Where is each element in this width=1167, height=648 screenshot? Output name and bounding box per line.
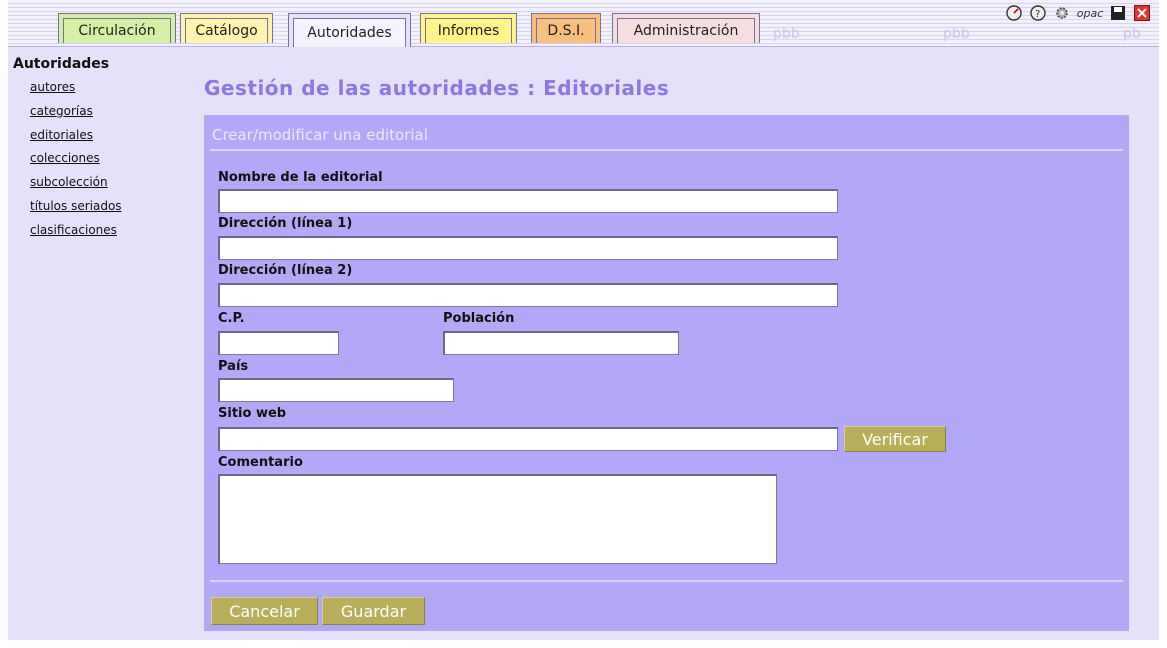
comment-label: Comentario	[218, 455, 303, 470]
app-window: pbb pbb pb Circulación Catálogo Autorida…	[8, 0, 1159, 640]
svg-text:?: ?	[1035, 9, 1040, 20]
tab-label: D.S.I.	[547, 22, 585, 39]
sidebar-item-autores[interactable]: autores	[30, 76, 193, 100]
header-strip: pbb pbb pb Circulación Catálogo Autorida…	[8, 0, 1159, 47]
divider	[210, 149, 1123, 151]
comment-textarea[interactable]	[218, 474, 777, 564]
save-icon[interactable]	[1109, 4, 1127, 22]
settings-icon[interactable]	[1053, 4, 1071, 22]
postcode-input[interactable]	[218, 331, 339, 355]
city-input[interactable]	[443, 331, 679, 355]
tab-label: Catálogo	[195, 22, 258, 39]
form-heading: Crear/modificar una editorial	[212, 126, 428, 144]
sidebar: Autoridades autores categorías editorial…	[13, 56, 193, 243]
address1-input[interactable]	[218, 236, 838, 260]
save-button[interactable]: Guardar	[322, 597, 425, 625]
header-watermark: pbb	[943, 26, 970, 42]
tab-dsi[interactable]: D.S.I.	[531, 13, 601, 43]
sidebar-item-clasificaciones[interactable]: clasificaciones	[30, 219, 193, 243]
dashboard-icon[interactable]	[1005, 4, 1023, 22]
top-toolbar: ? opac	[1005, 4, 1151, 22]
website-label: Sitio web	[218, 406, 287, 421]
tab-label: Circulación	[78, 22, 156, 39]
city-label: Población	[443, 311, 515, 326]
tab-autoridades[interactable]: Autoridades	[288, 13, 411, 47]
tab-label: Informes	[437, 22, 500, 39]
editorial-form-panel: Crear/modificar una editorial Nombre de …	[204, 115, 1129, 631]
close-icon[interactable]	[1133, 4, 1151, 22]
name-label: Nombre de la editorial	[218, 170, 383, 185]
country-label: País	[218, 359, 249, 374]
opac-icon[interactable]: opac	[1076, 4, 1104, 22]
name-input[interactable]	[218, 189, 838, 213]
sidebar-item-colecciones[interactable]: colecciones	[30, 147, 193, 171]
tab-label: Autoridades	[307, 24, 392, 41]
address2-label: Dirección (línea 2)	[218, 263, 353, 278]
tab-catalogo[interactable]: Catálogo	[180, 13, 273, 43]
page-title: Gestión de las autoridades : Editoriales	[204, 76, 670, 100]
tab-label: Administración	[633, 22, 739, 39]
country-input[interactable]	[218, 378, 454, 402]
help-icon[interactable]: ?	[1029, 4, 1047, 22]
sidebar-title: Autoridades	[13, 56, 110, 72]
address1-label: Dirección (línea 1)	[218, 216, 353, 231]
sidebar-item-editoriales[interactable]: editoriales	[30, 124, 193, 148]
verify-button[interactable]: Verificar	[844, 426, 946, 452]
header-watermark: pb	[1123, 26, 1141, 42]
tab-administracion[interactable]: Administración	[612, 13, 760, 43]
address2-input[interactable]	[218, 283, 838, 307]
header-watermark: pbb	[773, 26, 800, 42]
website-input[interactable]	[218, 427, 838, 451]
sidebar-item-titulos-seriados[interactable]: títulos seriados	[30, 195, 193, 219]
sidebar-item-categorias[interactable]: categorías	[30, 100, 193, 124]
opac-text: opac	[1076, 6, 1104, 20]
sidebar-item-subcoleccion[interactable]: subcolección	[30, 171, 193, 195]
divider	[210, 580, 1123, 582]
cancel-button[interactable]: Cancelar	[211, 597, 318, 625]
tab-circulacion[interactable]: Circulación	[58, 13, 176, 43]
tab-informes[interactable]: Informes	[420, 13, 517, 43]
postcode-label: C.P.	[218, 311, 245, 326]
